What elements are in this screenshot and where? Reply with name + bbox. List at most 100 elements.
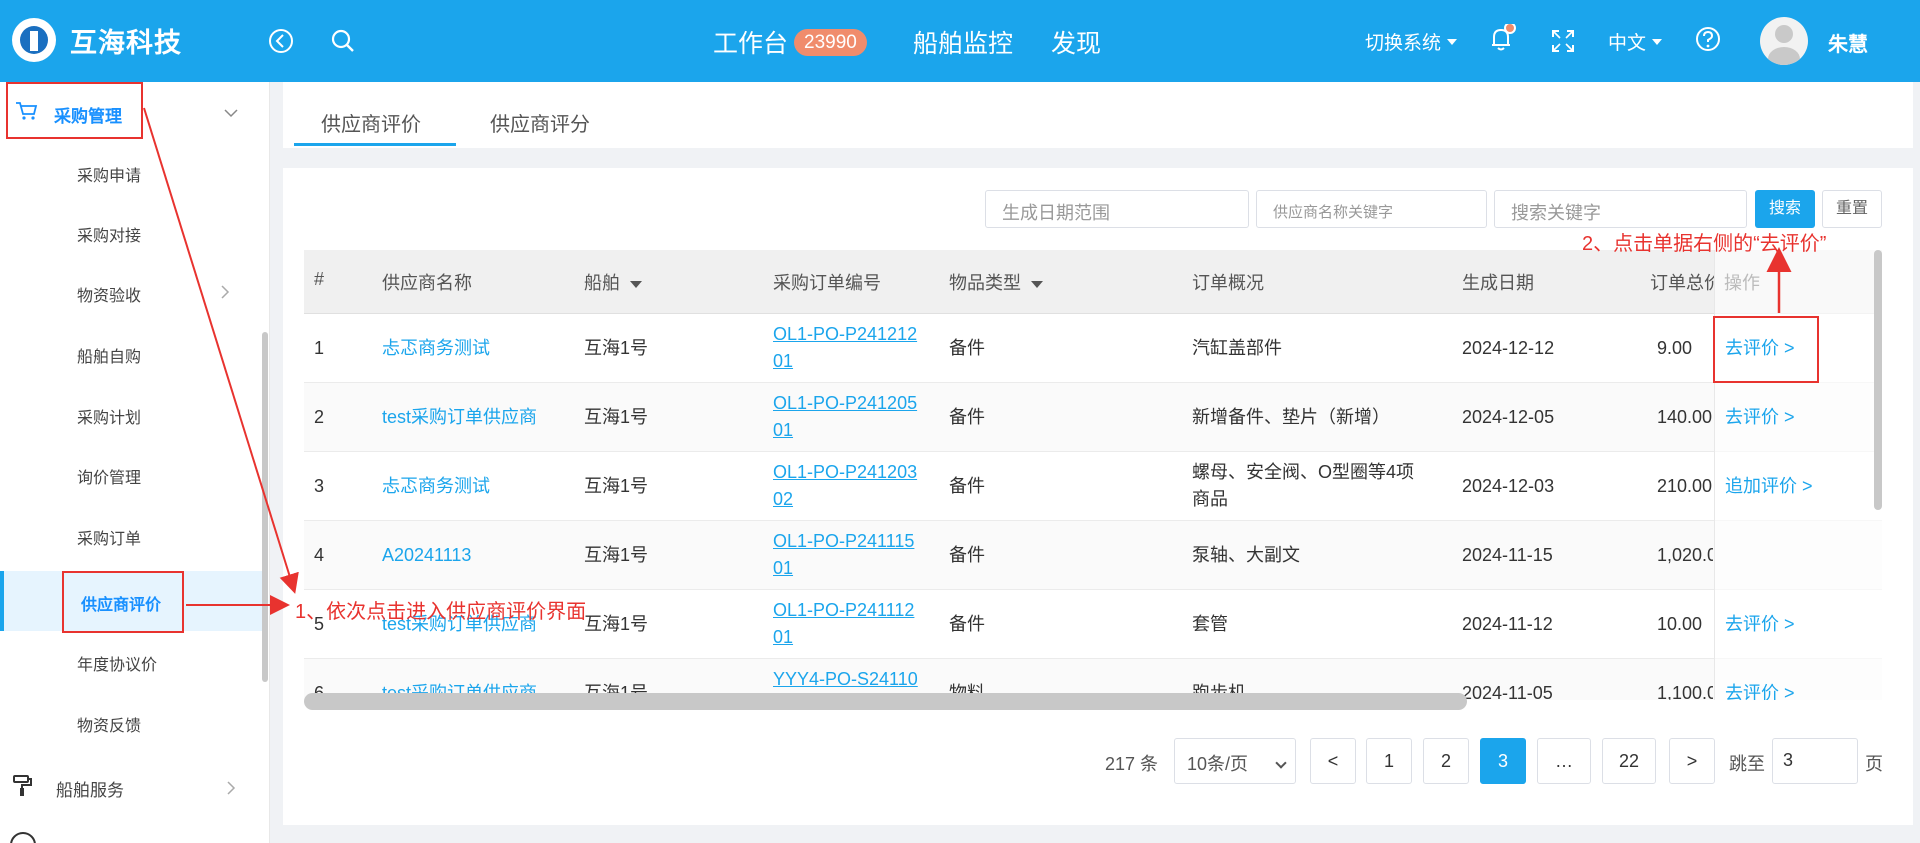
evaluate-link[interactable]: 去评价 >: [1725, 680, 1795, 700]
order-summary: 泵轴、大副文: [1192, 545, 1300, 565]
order-link-line2[interactable]: 01: [773, 348, 793, 375]
created-date: 2024-12-05: [1462, 407, 1555, 427]
sidebar-item-label: 采购计划: [77, 410, 142, 427]
nav-discover-label: 发现: [1051, 30, 1102, 58]
language-dropdown[interactable]: 中文: [1608, 28, 1663, 55]
order-link-line1[interactable]: OL1-PO-P241112: [773, 597, 914, 624]
order-link-line2[interactable]: 01: [773, 417, 793, 444]
item-type: 备件: [949, 476, 985, 496]
caret-down-icon: [1447, 38, 1458, 45]
avatar[interactable]: [1760, 17, 1808, 65]
sidebar-group-ship-service[interactable]: 船舶服务: [0, 760, 262, 816]
evaluate-link[interactable]: 去评价 >: [1725, 611, 1795, 638]
help-icon[interactable]: [1693, 24, 1723, 54]
evaluate-link[interactable]: 去评价 >: [1725, 404, 1795, 431]
nav-discover[interactable]: 发现: [1051, 24, 1101, 60]
ship-name: 互海1号: [584, 338, 649, 358]
order-link-line2[interactable]: 01: [773, 555, 793, 582]
annotation-step1: 1、依次点击进入供应商评价界面: [295, 601, 587, 623]
sidebar-item-purchase-request[interactable]: 采购申请: [0, 142, 262, 202]
chevron-right-icon: [226, 780, 236, 796]
sidebar-item-label: 采购订单: [77, 531, 142, 548]
page-button[interactable]: 22: [1602, 738, 1656, 784]
page-button[interactable]: 2: [1423, 738, 1469, 784]
jump-unit: 页: [1865, 754, 1883, 774]
order-link-line1[interactable]: OL1-PO-P241115: [773, 528, 914, 555]
reset-button[interactable]: 重置: [1822, 190, 1882, 228]
table-horizontal-scrollbar[interactable]: [304, 693, 1467, 710]
sidebar-item-annual-agreement-price[interactable]: 年度协议价: [0, 631, 262, 691]
brand-logo[interactable]: 互海科技: [12, 18, 182, 62]
sidebar-item-purchase-plan[interactable]: 采购计划: [0, 384, 262, 444]
sidebar-item-label: 年度协议价: [77, 657, 158, 674]
row-index: 2: [314, 407, 325, 427]
order-total: 140.00: [1657, 407, 1713, 427]
switch-system-label: 切换系统: [1365, 33, 1442, 54]
col-order-no: 采购订单编号: [773, 273, 881, 293]
active-tab-indicator: [294, 143, 456, 146]
order-link-line1[interactable]: YYY4-PO-S24110: [773, 666, 918, 693]
tab-supplier-score[interactable]: 供应商评分: [490, 108, 590, 137]
brand-logo-icon: [12, 18, 56, 62]
order-link-line1[interactable]: OL1-PO-P241212: [773, 321, 917, 348]
bell-icon[interactable]: [1486, 22, 1516, 54]
order-link-line1[interactable]: OL1-PO-P241205: [773, 390, 917, 417]
search-icon[interactable]: [328, 26, 358, 56]
sidebar-item-inquiry[interactable]: 询价管理: [0, 444, 262, 504]
add-evaluation-link[interactable]: 追加评价 >: [1725, 473, 1813, 500]
ship-name: 互海1号: [584, 407, 649, 427]
page-ellipsis[interactable]: …: [1537, 738, 1591, 784]
supplier-link[interactable]: 忐忑商务测试: [382, 473, 490, 500]
sidebar-item-material-feedback[interactable]: 物资反馈: [0, 692, 262, 752]
total-count: 217 条: [1105, 754, 1159, 774]
switch-system-dropdown[interactable]: 切换系统: [1365, 28, 1458, 55]
keyword-search-input[interactable]: 搜索关键字: [1494, 190, 1747, 228]
col-summary: 订单概况: [1192, 273, 1264, 293]
supplier-name-input[interactable]: 供应商名称关键字: [1256, 190, 1487, 228]
nav-ship-monitor[interactable]: 船舶监控: [913, 24, 1013, 60]
workbench-badge: 23990: [794, 28, 867, 56]
page-size-select[interactable]: 10条/页: [1174, 738, 1296, 784]
col-ship[interactable]: 船舶: [584, 269, 642, 295]
order-total: 9.00: [1657, 338, 1693, 358]
supplier-link[interactable]: A20241113: [382, 542, 471, 569]
language-label: 中文: [1608, 33, 1647, 54]
next-page-button[interactable]: >: [1669, 738, 1715, 784]
supplier-link[interactable]: 忐忑商务测试: [382, 335, 490, 362]
nav-workbench[interactable]: 工作台 23990: [713, 24, 867, 60]
back-circle-icon[interactable]: [266, 26, 296, 56]
table-vertical-scrollbar[interactable]: [1874, 250, 1882, 510]
date-range-input[interactable]: 生成日期范围: [985, 190, 1249, 228]
sidebar-item-purchase-docking[interactable]: 采购对接: [0, 202, 262, 262]
order-link-line2[interactable]: 01: [773, 624, 793, 651]
sidebar: 采购管理 采购申请 采购对接 物资验收 船舶自购 采购计划 询价管理 采购订单 …: [0, 82, 270, 843]
prev-page-button[interactable]: <: [1310, 738, 1356, 784]
ship-name: 互海1号: [584, 614, 649, 634]
page-button-current[interactable]: 3: [1480, 738, 1526, 784]
item-type: 备件: [949, 338, 985, 358]
sidebar-scrollbar[interactable]: [262, 332, 268, 682]
caret-down-icon: [1652, 38, 1663, 45]
sidebar-item-label: 物资验收: [77, 288, 142, 305]
evaluation-table: # 供应商名称 船舶 采购订单编号 物品类型 订单概况 生成日期 订单总价 操作…: [304, 250, 1882, 700]
table-header: # 供应商名称 船舶 采购订单编号 物品类型 订单概况 生成日期 订单总价 操作: [304, 250, 1882, 314]
tab-supplier-evaluation[interactable]: 供应商评价: [321, 108, 421, 137]
order-link-line1[interactable]: OL1-PO-P241203: [773, 459, 917, 486]
col-item-type[interactable]: 物品类型: [949, 269, 1043, 295]
sidebar-item-material-acceptance[interactable]: 物资验收: [0, 262, 262, 322]
chevron-down-icon: [224, 106, 238, 120]
username[interactable]: 朱慧: [1828, 28, 1868, 57]
sidebar-item-purchase-order[interactable]: 采购订单: [0, 505, 262, 565]
order-total: 1,020.0: [1657, 545, 1713, 565]
order-summary-line2: 商品: [1192, 489, 1228, 509]
supplier-link[interactable]: test采购订单供应商: [382, 404, 537, 431]
order-total: 210.00: [1657, 476, 1713, 496]
sidebar-item-ship-self-purchase[interactable]: 船舶自购: [0, 323, 262, 383]
nav-ship-monitor-label: 船舶监控: [913, 30, 1014, 58]
fullscreen-icon[interactable]: [1548, 26, 1578, 56]
search-button[interactable]: 搜索: [1755, 190, 1815, 228]
annotation-box-supplier-evaluation: [62, 571, 184, 633]
order-link-line2[interactable]: 02: [773, 486, 793, 513]
jump-page-input[interactable]: 3: [1772, 738, 1858, 784]
page-button[interactable]: 1: [1366, 738, 1412, 784]
